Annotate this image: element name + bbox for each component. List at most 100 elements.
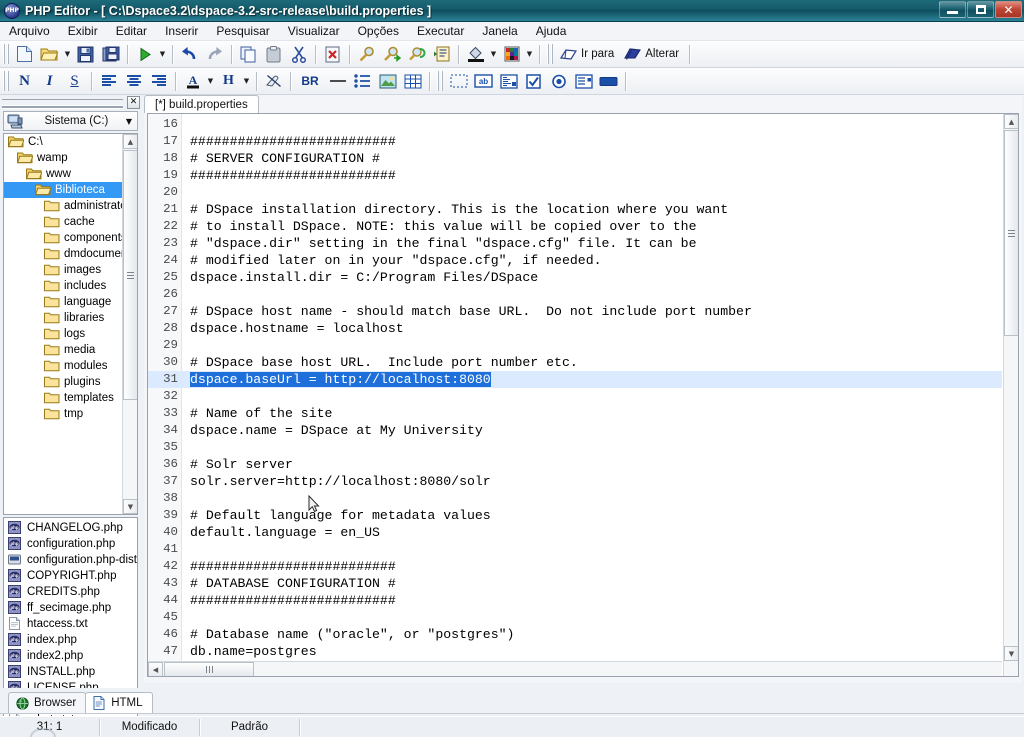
button-icon[interactable] [597,70,620,92]
heading-icon[interactable]: H [217,70,240,92]
tree-item-administrator[interactable]: administrator [4,198,130,214]
tab-html[interactable]: HTML [85,692,153,713]
toolbar-grip-2[interactable] [547,44,553,64]
menu-executar[interactable]: Executar [408,22,473,40]
tree-vertical-scrollbar[interactable]: ▲ ▼ [122,134,137,514]
search-next-icon[interactable] [380,43,403,65]
menu-editar[interactable]: Editar [107,22,156,40]
undo-icon[interactable] [178,43,201,65]
close-button[interactable]: ✕ [995,1,1022,18]
line-break-icon[interactable]: BR [296,70,324,92]
format-toolbar-grip[interactable] [3,71,9,91]
new-file-icon[interactable] [13,43,36,65]
tree-scroll-thumb[interactable] [123,150,137,400]
editor-scroll-thumb[interactable] [1004,130,1018,336]
menu-pesquisar[interactable]: Pesquisar [207,22,278,40]
panel-drag-bar[interactable]: ✕ [2,96,140,109]
table-icon[interactable] [401,70,424,92]
list-item[interactable]: php index.php [4,632,137,648]
horizontal-rule-icon[interactable] [326,70,349,92]
open-folder-icon[interactable] [38,43,61,65]
tree-item-includes[interactable]: includes [4,278,122,294]
code-line[interactable]: 36 # Solr server [148,456,1002,473]
tree-item-cache[interactable]: cache [4,214,122,230]
panel-close-button[interactable]: ✕ [127,96,140,109]
menu-inserir[interactable]: Inserir [156,22,207,40]
code-line[interactable]: 31 dspace.baseUrl = http://localhost:8080 [148,371,1002,388]
font-color-icon[interactable]: A [181,70,204,92]
toolbar-grip[interactable] [3,44,9,64]
tree-item-images[interactable]: images [4,262,122,278]
tree-item-biblioteca[interactable]: Biblioteca [4,182,122,198]
code-line[interactable]: 42 ########################## [148,558,1002,575]
heading-dropdown-arrow[interactable]: ▼ [241,70,252,92]
tree-item-tmp[interactable]: tmp [4,406,122,422]
radio-icon[interactable] [547,70,570,92]
minimize-button[interactable] [939,1,966,18]
image-icon[interactable] [376,70,399,92]
code-line[interactable]: 26 [148,286,1002,303]
code-line[interactable]: 29 [148,337,1002,354]
tree-scroll-down-button[interactable]: ▼ [123,499,137,514]
editor-scroll-down-button[interactable]: ▼ [1004,646,1018,661]
bold-icon[interactable]: N [13,70,36,92]
tree-item-c[interactable]: C:\ [4,134,122,150]
tree-item-logs[interactable]: logs [4,326,122,342]
menu-arquivo[interactable]: Arquivo [0,22,59,40]
editor-vertical-scrollbar[interactable]: ▲ ▼ [1003,114,1018,676]
code-line[interactable]: 27 # DSpace host name - should match base… [148,303,1002,320]
tab-build-properties[interactable]: [*] build.properties [144,95,259,113]
menu-ajuda[interactable]: Ajuda [527,22,576,40]
code-line[interactable]: 37 solr.server=http://localhost:8080/solr [148,473,1002,490]
change-button[interactable]: Alterar [620,43,685,65]
checkbox-icon[interactable] [522,70,545,92]
editor-scroll-left-button[interactable]: ◀ [148,662,163,676]
code-line[interactable]: 24 # modified later on in your "dspace.cf… [148,252,1002,269]
strikethrough-icon[interactable]: S [63,70,86,92]
menu-opcoes[interactable]: Opções [349,22,408,40]
editor-hscroll-thumb[interactable] [164,662,254,676]
form-toolbar-grip[interactable] [437,71,443,91]
paste-icon[interactable] [262,43,285,65]
form-icon[interactable] [447,70,470,92]
drive-selector[interactable]: Sistema (C:) ▼ [3,111,138,131]
code-line[interactable]: 21 # DSpace installation directory. This … [148,201,1002,218]
list-item[interactable]: php INSTALL.php [4,664,137,680]
code-line[interactable]: 20 [148,184,1002,201]
code-line[interactable]: 40 default.language = en_US [148,524,1002,541]
code-line[interactable]: 46 # Database name ("oracle", or "postgre… [148,626,1002,643]
list-item[interactable]: php CHANGELOG.php [4,520,137,536]
editor-horizontal-scrollbar[interactable]: ◀ [148,661,1002,676]
fill-color-icon[interactable] [464,43,487,65]
code-line[interactable]: 22 # to install DSpace. NOTE: this value … [148,218,1002,235]
tree-scroll-up-button[interactable]: ▲ [123,134,137,149]
font-color-dropdown-arrow[interactable]: ▼ [205,70,216,92]
tree-item-libraries[interactable]: libraries [4,310,122,326]
search-icon[interactable] [355,43,378,65]
tree-item-media[interactable]: media [4,342,122,358]
menu-visualizar[interactable]: Visualizar [279,22,349,40]
maximize-button[interactable] [967,1,994,18]
run-dropdown-arrow[interactable]: ▼ [157,43,168,65]
redo-icon[interactable] [203,43,226,65]
tree-item-language[interactable]: language [4,294,122,310]
code-line[interactable]: 16 [148,116,1002,133]
open-dropdown-arrow[interactable]: ▼ [62,43,73,65]
copy-icon[interactable] [237,43,260,65]
replace-icon[interactable] [405,43,428,65]
code-line[interactable]: 44 ########################## [148,592,1002,609]
code-line[interactable]: 39 # Default language for metadata values [148,507,1002,524]
italic-icon[interactable]: I [38,70,61,92]
list-item[interactable]: php COPYRIGHT.php [4,568,137,584]
list-item[interactable]: php ff_secimage.php [4,600,137,616]
list-item[interactable]: php CREDITS.php [4,584,137,600]
chevron-down-icon[interactable]: ▼ [126,117,134,126]
code-line[interactable]: 30 # DSpace base host URL. Include port n… [148,354,1002,371]
save-icon[interactable] [74,43,97,65]
align-center-icon[interactable] [122,70,145,92]
code-lines[interactable]: 16 17 ########################## 18 # SERVER… [148,116,1002,660]
align-right-icon[interactable] [147,70,170,92]
list-icon[interactable] [351,70,374,92]
tab-browser[interactable]: Browser [8,692,87,713]
tree-item-templates[interactable]: templates [4,390,122,406]
